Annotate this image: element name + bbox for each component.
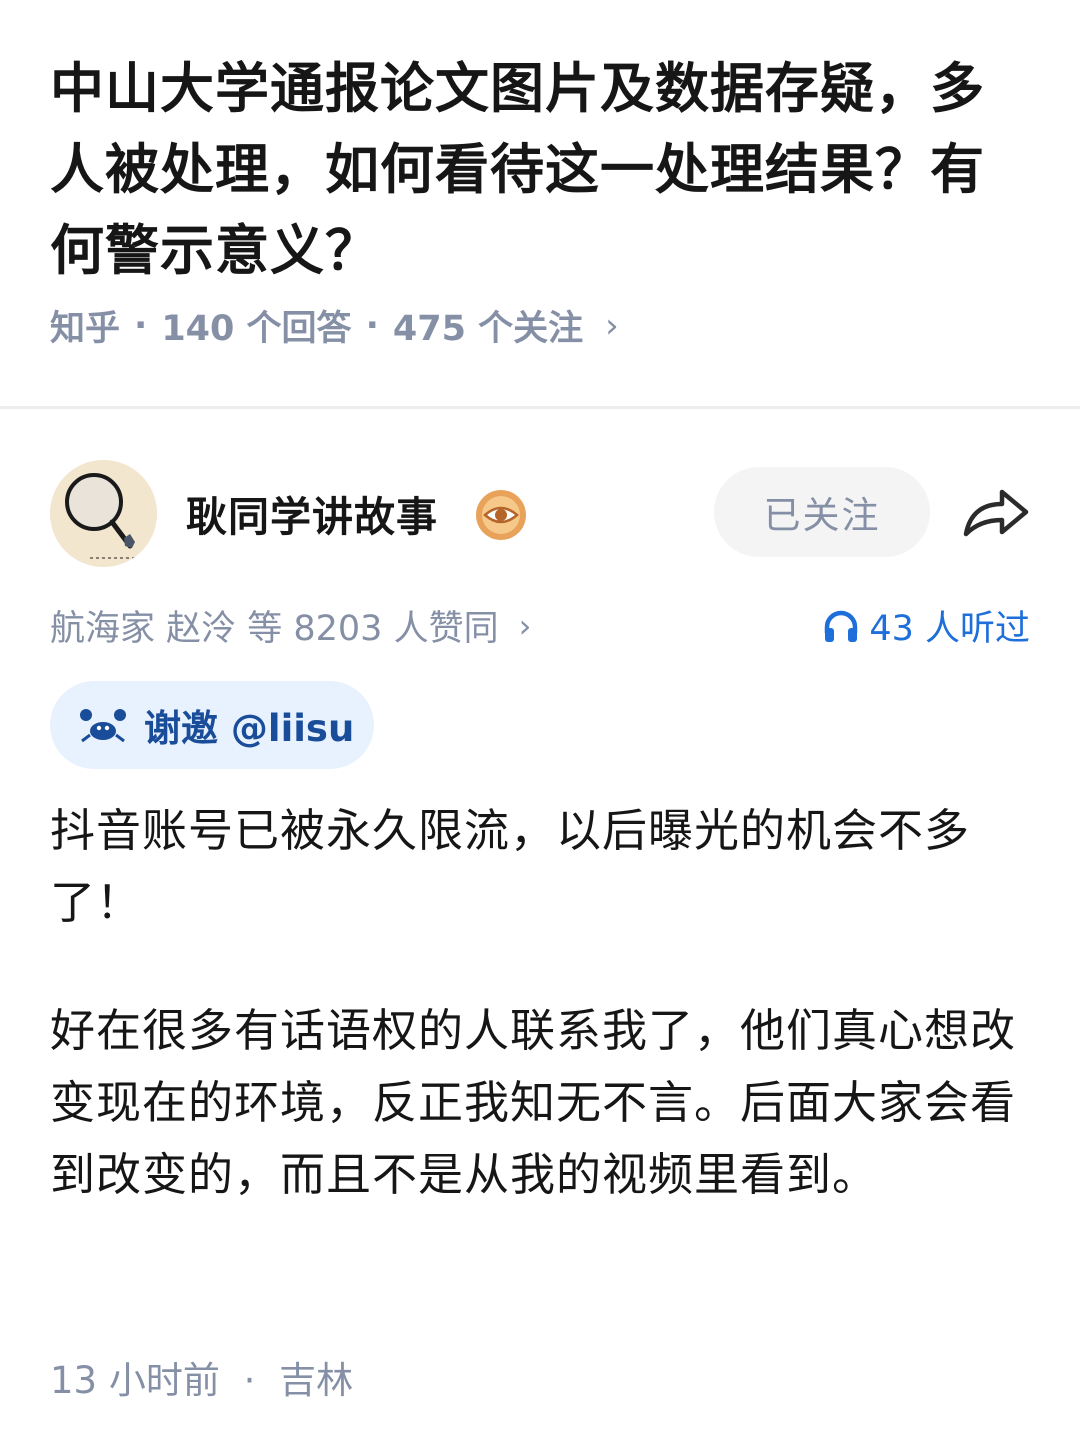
- avatar[interactable]: [50, 460, 157, 567]
- upvote-summary[interactable]: 航海家 赵泠 等 8203 人赞同 ›: [50, 600, 531, 651]
- post-time-location: 13 小时前 · 吉林: [50, 1350, 353, 1404]
- share-arrow-icon[interactable]: [960, 480, 1032, 544]
- eye-badge-icon: [476, 490, 526, 540]
- answer-paragraph: 抖音账号已被永久限流，以后曝光的机会不多了！: [50, 804, 971, 929]
- meta-separator: ·: [365, 305, 379, 346]
- follow-button[interactable]: 已关注: [714, 467, 930, 557]
- post-location: 吉林: [279, 1359, 354, 1402]
- magnifier-avatar-icon: [50, 460, 157, 567]
- listen-count[interactable]: 43 人听过: [823, 600, 1030, 651]
- divider: [0, 406, 1080, 409]
- meta-separator: ·: [243, 1359, 256, 1402]
- question-meta[interactable]: 知乎 · 140 个回答 · 475 个关注 ›: [50, 300, 619, 351]
- meta-separator: ·: [134, 305, 148, 346]
- upvote-text: 航海家 赵泠 等 8203 人赞同: [50, 609, 499, 649]
- answer-count: 140 个回答: [161, 309, 352, 349]
- headphones-icon: [825, 610, 858, 642]
- question-title[interactable]: 中山大学通报论文图片及数据存疑，多人被处理，如何看待这一处理结果？有何警示意义？: [50, 48, 1035, 291]
- invite-tag[interactable]: 谢邀 @liisu: [50, 681, 374, 769]
- answer-body: 抖音账号已被永久限流，以后曝光的机会不多了！ 好在很多有话语权的人联系我了，他们…: [50, 795, 1035, 1267]
- chevron-right-icon: ›: [605, 305, 619, 346]
- post-time: 13 小时前: [50, 1359, 220, 1402]
- crab-icon: [80, 709, 126, 743]
- follow-count: 475 个关注: [392, 309, 584, 349]
- listen-text: 43 人听过: [869, 609, 1030, 649]
- invite-label: 谢邀 @liisu: [144, 707, 355, 750]
- source-label: 知乎: [50, 309, 121, 349]
- author-name[interactable]: 耿同学讲故事: [186, 483, 438, 543]
- answer-paragraph: 好在很多有话语权的人联系我了，他们真心想改变现在的环境，反正我知无不言。后面大家…: [50, 1004, 1017, 1201]
- chevron-right-icon: ›: [518, 606, 532, 645]
